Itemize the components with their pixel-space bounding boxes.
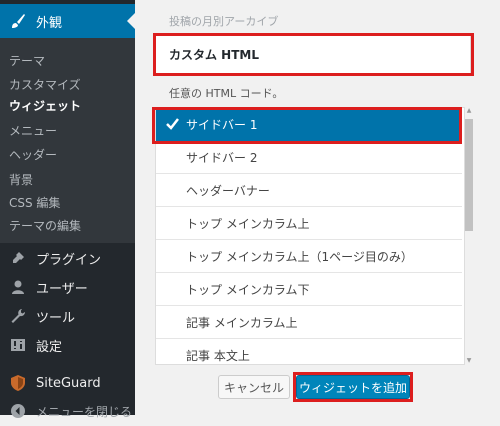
menu-siteguard[interactable]: SiteGuard: [0, 368, 135, 398]
area-option-label: トップ メインカラム下: [186, 282, 310, 297]
admin-sidebar: 外観 テーマ カスタマイズ ウィジェット メニュー ヘッダー 背景 CSS 編集…: [0, 0, 135, 419]
menu-siteguard-label: SiteGuard: [36, 375, 101, 391]
submenu-item-themes[interactable]: テーマ: [9, 52, 45, 69]
menu-tools[interactable]: ツール: [0, 301, 135, 331]
collapse-menu-button[interactable]: メニューを閉じる: [0, 396, 135, 426]
area-option-label: 記事 メインカラム上: [186, 315, 298, 330]
appearance-submenu: テーマ カスタマイズ ウィジェット メニュー ヘッダー 背景 CSS 編集 テー…: [0, 38, 135, 243]
area-option-top-main-lower[interactable]: トップ メインカラム下: [156, 273, 462, 306]
scrollbar-thumb[interactable]: [465, 119, 473, 231]
archive-widget-label: 投稿の月別アーカイブ: [169, 15, 279, 28]
submenu-item-header[interactable]: ヘッダー: [9, 146, 57, 163]
menu-settings-label: 設定: [36, 339, 63, 355]
collapse-arrow-icon: [8, 401, 28, 421]
checkmark-icon: [166, 117, 179, 133]
area-option-top-main-upper[interactable]: トップ メインカラム上: [156, 207, 462, 240]
menu-appearance-label: 外観: [36, 15, 63, 31]
scroll-up-arrow-icon[interactable]: ▲: [465, 107, 473, 115]
menu-plugins-label: プラグイン: [36, 252, 102, 268]
paintbrush-icon: [8, 11, 28, 31]
siteguard-icon: [8, 373, 28, 393]
area-option-label: ヘッダーバナー: [186, 183, 270, 198]
cancel-button[interactable]: キャンセル: [218, 375, 290, 399]
menu-tools-label: ツール: [36, 310, 76, 326]
widgets-content: 投稿の月別アーカイブ カスタム HTML 任意の HTML コード。 サイドバー…: [135, 0, 500, 415]
submenu-item-background[interactable]: 背景: [9, 171, 33, 188]
menu-users[interactable]: ユーザー: [0, 272, 135, 302]
submenu-item-customize[interactable]: カスタマイズ: [9, 76, 81, 93]
plugin-icon: [8, 248, 28, 268]
wrench-icon: [8, 306, 28, 326]
area-option-label: サイドバー 1: [186, 117, 258, 132]
area-option-label: 記事 本文上: [186, 348, 250, 363]
custom-html-widget[interactable]: カスタム HTML: [155, 34, 471, 74]
menu-settings[interactable]: 設定: [0, 330, 135, 360]
active-menu-arrow: [127, 13, 135, 29]
area-option-label: トップ メインカラム上: [186, 216, 310, 231]
area-option-header-banner[interactable]: ヘッダーバナー: [156, 174, 462, 207]
area-option-article-main-upper[interactable]: 記事 メインカラム上: [156, 306, 462, 339]
add-widget-button[interactable]: ウィジェットを追加: [296, 375, 410, 399]
submenu-item-menus[interactable]: メニュー: [9, 122, 57, 139]
submenu-item-widgets[interactable]: ウィジェット: [9, 97, 81, 114]
menu-plugins[interactable]: プラグイン: [0, 243, 135, 273]
area-option-label: トップ メインカラム上（1ページ目のみ）: [186, 249, 413, 264]
sidebar-area-list: サイドバー 1 サイドバー 2 ヘッダーバナー トップ メインカラム上 トップ …: [155, 107, 465, 365]
settings-icon: [8, 335, 28, 355]
area-option-article-body-upper[interactable]: 記事 本文上: [156, 339, 462, 364]
area-option-label: サイドバー 2: [186, 150, 258, 165]
user-icon: [8, 277, 28, 297]
collapse-menu-label: メニューを閉じる: [36, 404, 133, 419]
area-option-sidebar-2[interactable]: サイドバー 2: [156, 141, 462, 174]
menu-appearance[interactable]: 外観: [0, 4, 135, 38]
scroll-down-arrow-icon[interactable]: ▼: [465, 357, 473, 365]
menu-users-label: ユーザー: [36, 281, 88, 297]
submenu-item-css[interactable]: CSS 編集: [9, 194, 60, 211]
area-option-sidebar-1[interactable]: サイドバー 1: [156, 108, 462, 141]
area-option-top-main-upper-first-page[interactable]: トップ メインカラム上（1ページ目のみ）: [156, 240, 462, 273]
widget-description: 任意の HTML コード。: [169, 87, 284, 100]
submenu-item-theme-editor[interactable]: テーマの編集: [9, 217, 81, 234]
widget-title: カスタム HTML: [169, 48, 259, 62]
area-list-scrollbar[interactable]: ▲ ▼: [465, 107, 473, 365]
